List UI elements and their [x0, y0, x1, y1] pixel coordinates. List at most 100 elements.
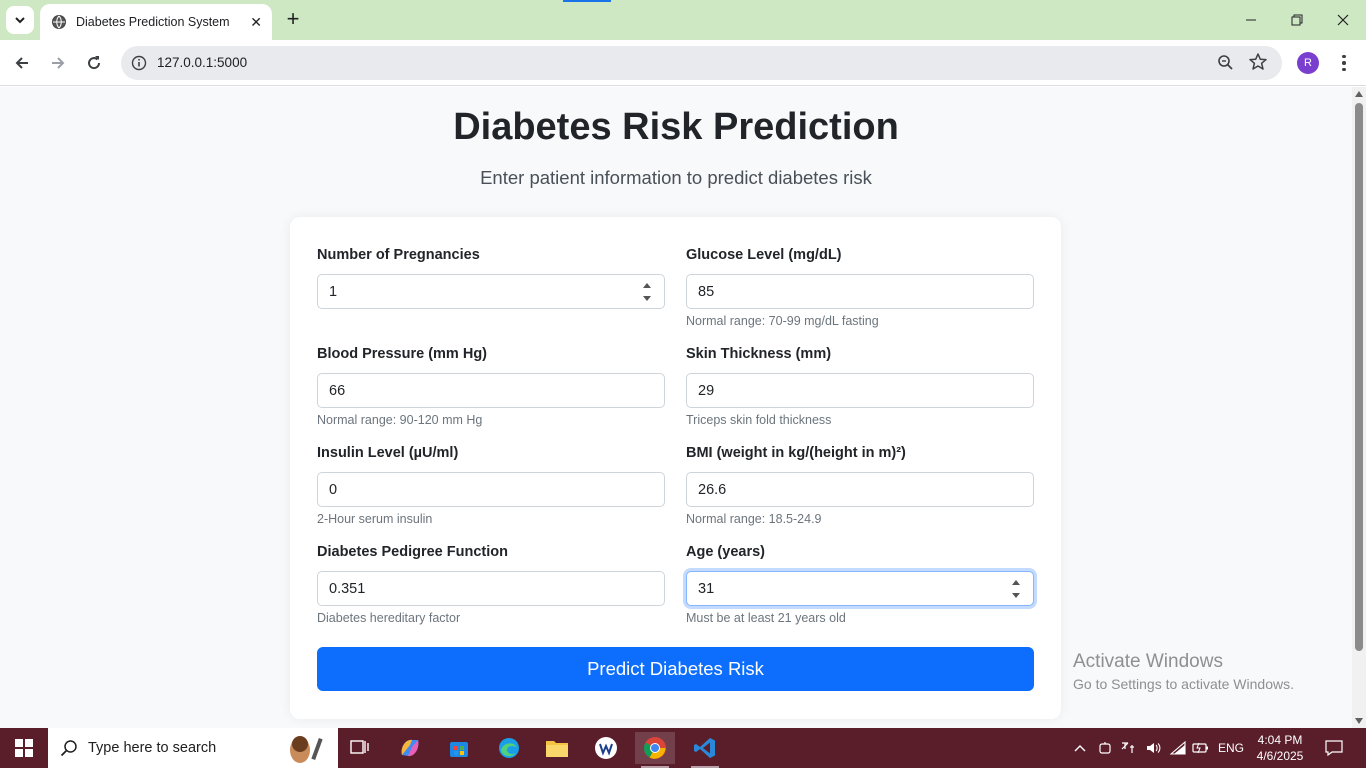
- activate-windows-watermark: Activate Windows Go to Settings to activ…: [1073, 651, 1294, 692]
- page-title: Diabetes Risk Prediction: [453, 106, 899, 148]
- skin-thickness-value: 29: [698, 382, 715, 399]
- close-window-button[interactable]: [1320, 0, 1366, 40]
- network-icon[interactable]: [1167, 728, 1189, 768]
- scroll-up-arrow[interactable]: [1355, 91, 1363, 97]
- minimize-button[interactable]: [1228, 0, 1274, 40]
- activate-windows-title: Activate Windows: [1073, 651, 1223, 672]
- search-highlight-icon: [282, 732, 330, 764]
- insulin-input[interactable]: 0: [317, 472, 665, 507]
- insulin-label: Insulin Level (µU/ml): [317, 445, 459, 461]
- pregnancies-label: Number of Pregnancies: [317, 247, 480, 263]
- glucose-label: Glucose Level (mg/dL): [686, 247, 842, 263]
- back-button[interactable]: [9, 50, 35, 76]
- store-icon[interactable]: [439, 732, 479, 764]
- blood-pressure-field: Blood Pressure (mm Hg) 66 Normal range: …: [317, 346, 665, 429]
- language-indicator[interactable]: ENG: [1214, 728, 1248, 768]
- profile-avatar[interactable]: R: [1297, 52, 1319, 74]
- address-bar[interactable]: 127.0.0.1:5000: [121, 46, 1282, 80]
- zoom-icon[interactable]: [1216, 53, 1236, 73]
- volume-icon[interactable]: [1142, 728, 1164, 768]
- pregnancies-input[interactable]: 1: [317, 274, 665, 309]
- new-tab-button[interactable]: +: [282, 8, 304, 30]
- age-value: 31: [698, 580, 715, 597]
- file-explorer-icon[interactable]: [537, 732, 577, 764]
- start-button[interactable]: [0, 728, 48, 768]
- pedigree-help: Diabetes hereditary factor: [317, 611, 461, 625]
- scroll-thumb[interactable]: [1355, 103, 1363, 651]
- bmi-label: BMI (weight in kg/(height in m)²): [686, 445, 906, 461]
- tab-search-button[interactable]: [6, 6, 34, 34]
- age-stepper[interactable]: [1011, 580, 1021, 598]
- meet-now-icon[interactable]: [1095, 728, 1115, 768]
- restore-button[interactable]: [1274, 0, 1320, 40]
- task-view-icon[interactable]: [340, 732, 380, 764]
- pedigree-label: Diabetes Pedigree Function: [317, 544, 508, 560]
- insulin-value: 0: [329, 481, 338, 498]
- reload-button[interactable]: [81, 50, 107, 76]
- site-info-icon[interactable]: [129, 53, 149, 73]
- page-viewport: Diabetes Risk Prediction Enter patient i…: [0, 87, 1352, 728]
- blood-pressure-input[interactable]: 66: [317, 373, 665, 408]
- skin-thickness-help: Triceps skin fold thickness: [686, 413, 832, 427]
- taskbar-search[interactable]: Type here to search: [48, 728, 338, 768]
- battery-icon[interactable]: [1190, 728, 1212, 768]
- windows-taskbar: Type here to search ENG 4:04 PM 4/6/2025: [0, 728, 1366, 768]
- activate-windows-hint: Go to Settings to activate Windows.: [1073, 676, 1294, 692]
- clock-date: 4/6/2025: [1256, 749, 1304, 763]
- windows-logo-icon: [15, 739, 33, 757]
- age-input[interactable]: 31: [686, 571, 1034, 606]
- tab-active[interactable]: Diabetes Prediction System ✕: [40, 4, 272, 40]
- tab-strip: Diabetes Prediction System ✕ +: [0, 0, 1366, 40]
- scroll-down-arrow[interactable]: [1355, 718, 1363, 724]
- clock-time: 4:04 PM: [1257, 733, 1303, 747]
- glucose-help: Normal range: 70-99 mg/dL fasting: [686, 314, 879, 328]
- predict-button[interactable]: Predict Diabetes Risk: [317, 647, 1034, 691]
- blood-pressure-label: Blood Pressure (mm Hg): [317, 346, 487, 362]
- browser-toolbar: 127.0.0.1:5000 R: [0, 40, 1366, 86]
- more-menu-icon[interactable]: [1334, 51, 1354, 75]
- tray-overflow-chevron-icon[interactable]: [1070, 728, 1090, 768]
- close-tab-icon[interactable]: ✕: [250, 14, 262, 31]
- search-icon: [60, 740, 77, 757]
- bmi-input[interactable]: 26.6: [686, 472, 1034, 507]
- pedigree-field: Diabetes Pedigree Function 0.351 Diabete…: [317, 544, 665, 627]
- notifications-icon[interactable]: [1320, 728, 1348, 768]
- pregnancies-stepper[interactable]: [642, 283, 652, 301]
- skin-thickness-input[interactable]: 29: [686, 373, 1034, 408]
- tab-title: Diabetes Prediction System: [76, 15, 230, 29]
- search-placeholder: Type here to search: [88, 740, 217, 756]
- restore-icon: [1291, 14, 1303, 26]
- copilot-icon[interactable]: [390, 732, 430, 764]
- bmi-value: 26.6: [698, 481, 727, 498]
- skin-thickness-field: Skin Thickness (mm) 29 Triceps skin fold…: [686, 346, 1034, 429]
- glucose-field: Glucose Level (mg/dL) 85 Normal range: 7…: [686, 247, 1034, 330]
- insulin-field: Insulin Level (µU/ml) 0 2-Hour serum ins…: [317, 445, 665, 528]
- url-text: 127.0.0.1:5000: [157, 55, 248, 70]
- bookmark-star-icon[interactable]: [1248, 52, 1268, 72]
- edge-icon[interactable]: [489, 732, 529, 764]
- prediction-form-card: Number of Pregnancies 1 Glucose Level (m…: [290, 217, 1061, 719]
- insulin-help: 2-Hour serum insulin: [317, 512, 433, 526]
- bmi-field: BMI (weight in kg/(height in m)²) 26.6 N…: [686, 445, 1034, 528]
- arrow-left-icon: [15, 57, 28, 69]
- age-field: Age (years) 31 Must be at least 21 years…: [686, 544, 1034, 627]
- vscode-icon[interactable]: [685, 732, 725, 768]
- arrow-right-icon: [52, 57, 65, 69]
- page-subtitle: Enter patient information to predict dia…: [480, 167, 872, 188]
- input-method-icon[interactable]: [1117, 728, 1139, 768]
- forward-button[interactable]: [45, 50, 71, 76]
- globe-icon: [52, 15, 66, 29]
- age-label: Age (years): [686, 544, 765, 560]
- pedigree-input[interactable]: 0.351: [317, 571, 665, 606]
- close-icon: [1337, 14, 1349, 26]
- chrome-icon[interactable]: [635, 732, 675, 768]
- app-icon[interactable]: [586, 732, 626, 764]
- tab-loading-indicator: [563, 0, 611, 2]
- system-clock[interactable]: 4:04 PM 4/6/2025: [1255, 732, 1305, 764]
- glucose-value: 85: [698, 283, 715, 300]
- glucose-input[interactable]: 85: [686, 274, 1034, 309]
- page-scrollbar[interactable]: [1352, 87, 1366, 728]
- pregnancies-field: Number of Pregnancies 1: [317, 247, 665, 309]
- minimize-icon: [1246, 19, 1256, 21]
- chevron-down-icon: [15, 17, 25, 24]
